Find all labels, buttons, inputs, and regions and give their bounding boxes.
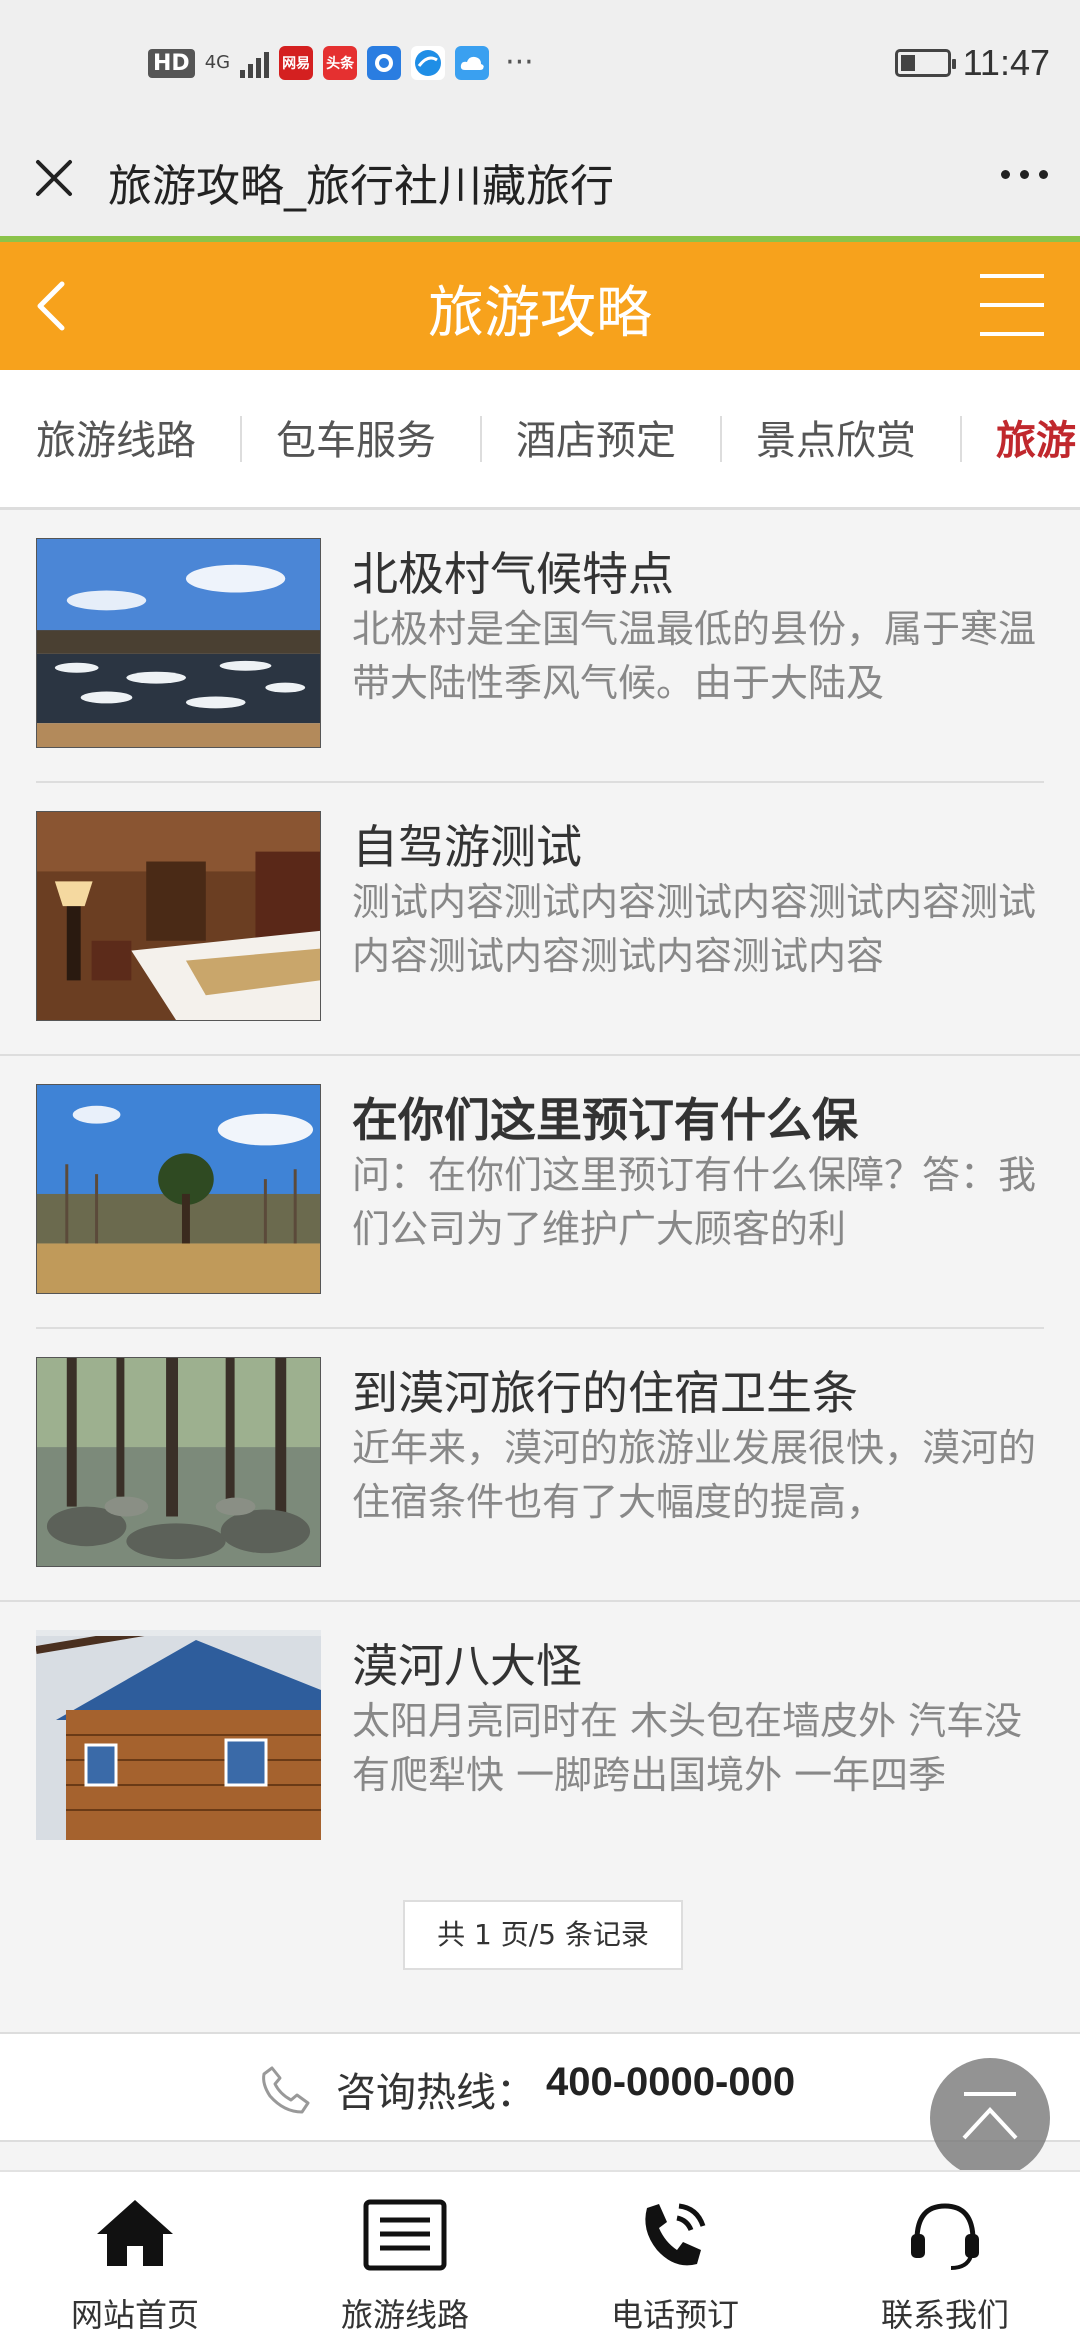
- log-cabin-image[interactable]: [36, 1630, 321, 1840]
- cloud-app-icon: [455, 46, 490, 80]
- hotline-label: 咨询热线：: [336, 2070, 536, 2116]
- divider: [480, 416, 482, 462]
- hd-indicator: HD: [148, 48, 195, 78]
- browser-app-icon: [411, 46, 446, 80]
- divider: [720, 416, 722, 462]
- qq-app-icon: [367, 46, 402, 80]
- header-title: 旅游攻略: [428, 281, 652, 346]
- article-item[interactable]: 在你们这里预订有什么保 问：在你们这里预订有什么保障？答：我们公司为了维护广大顾…: [0, 1056, 1080, 1329]
- article-item[interactable]: 北极村气候特点 北极村是全国气温最低的县份，属于寒温带大陆性季风气候。由于大陆及: [0, 510, 1080, 783]
- status-right: 11:47: [894, 42, 1050, 84]
- category-tab-active[interactable]: 旅游: [996, 408, 1076, 466]
- dot-icon: [1020, 170, 1029, 179]
- toutiao-app-icon: 头条: [323, 46, 358, 80]
- battery-icon: [894, 49, 956, 77]
- nav-label: 旅游线路: [340, 2296, 469, 2334]
- page-title: 旅游攻略_旅行社川藏旅行: [108, 161, 614, 212]
- status-bar: HD 4G 网易 头条 ··· 11:47: [0, 0, 1080, 130]
- hotel-room-image[interactable]: [36, 811, 321, 1021]
- article-summary: 北极村是全国气温最低的县份，属于寒温带大陆性季风气候。由于大陆及: [352, 607, 1037, 705]
- category-tab[interactable]: 旅游线路: [36, 408, 196, 466]
- signal-icon: [240, 48, 270, 78]
- forest-rocks-image[interactable]: [36, 1357, 321, 1567]
- category-tab[interactable]: 景点欣赏: [756, 408, 916, 466]
- nav-home[interactable]: 网站首页: [0, 2172, 270, 2340]
- article-title[interactable]: 自驾游测试: [352, 811, 1052, 877]
- hotline-bar[interactable]: 咨询热线： 400-0000-000: [0, 2032, 1080, 2142]
- divider: [240, 416, 242, 462]
- article-summary: 测试内容测试内容测试内容测试内容测试内容测试内容测试内容测试内容: [352, 880, 1037, 978]
- meadow-trees-image[interactable]: [36, 1084, 321, 1294]
- divider: [960, 416, 962, 462]
- nav-contact[interactable]: 联系我们: [810, 2172, 1080, 2340]
- arrow-up-icon: [962, 2092, 1018, 2140]
- nav-label: 网站首页: [70, 2296, 199, 2334]
- nav-routes[interactable]: 旅游线路: [270, 2172, 540, 2340]
- more-notifications: ···: [505, 45, 534, 80]
- hotline-number[interactable]: 400-0000-000: [546, 2060, 795, 2105]
- phone-icon: [645, 2203, 706, 2266]
- dot-icon: [1039, 170, 1048, 179]
- home-icon: [97, 2200, 173, 2266]
- article-item[interactable]: 到漠河旅行的住宿卫生条 近年来，漠河的旅游业发展很快，漠河的住宿条件也有了大幅度…: [0, 1329, 1080, 1602]
- article-summary: 问：在你们这里预订有什么保障？答：我们公司为了维护广大顾客的利: [352, 1153, 1037, 1251]
- dot-icon: [1001, 170, 1010, 179]
- status-icons: HD 4G 网易 头条 ···: [148, 46, 534, 80]
- category-tab[interactable]: 包车服务: [276, 408, 436, 466]
- headset-icon: [911, 2203, 979, 2270]
- site-header: 旅游攻略: [0, 242, 1080, 370]
- network-type: 4G: [204, 52, 231, 73]
- article-title[interactable]: 在你们这里预订有什么保: [352, 1084, 1052, 1150]
- more-options-button[interactable]: [1001, 170, 1048, 179]
- article-title[interactable]: 北极村气候特点: [352, 538, 1052, 604]
- category-tab[interactable]: 酒店预定: [516, 408, 676, 466]
- article-item[interactable]: 自驾游测试 测试内容测试内容测试内容测试内容测试内容测试内容测试内容测试内容: [0, 783, 1080, 1056]
- article-summary: 近年来，漠河的旅游业发展很快，漠河的住宿条件也有了大幅度的提高，: [352, 1426, 1037, 1524]
- back-to-top-button[interactable]: [930, 2058, 1050, 2178]
- list-icon: [363, 2199, 447, 2271]
- phone-icon: [262, 2066, 310, 2114]
- article-title[interactable]: 漠河八大怪: [352, 1630, 1052, 1696]
- article-item[interactable]: 漠河八大怪 太阳月亮同时在 木头包在墙皮外 汽车没有爬犁快 一脚跨出国境外 一年…: [0, 1602, 1080, 1875]
- clock: 11:47: [962, 42, 1050, 83]
- close-icon[interactable]: [28, 152, 80, 204]
- article-summary: 太阳月亮同时在 木头包在墙皮外 汽车没有爬犁快 一脚跨出国境外 一年四季: [352, 1699, 1023, 1797]
- netease-app-icon: 网易: [279, 46, 314, 80]
- bottom-nav: 网站首页 旅游线路 电话预订 联系我们: [0, 2170, 1080, 2340]
- pagination-info: 共 1 页/5 条记录: [403, 1900, 683, 1970]
- nav-label: 电话预订: [610, 2296, 739, 2334]
- article-title[interactable]: 到漠河旅行的住宿卫生条: [352, 1357, 1052, 1423]
- menu-icon[interactable]: [980, 274, 1044, 336]
- frozen-river-image[interactable]: [36, 538, 321, 748]
- nav-label: 联系我们: [880, 2296, 1009, 2334]
- nav-phone-booking[interactable]: 电话预订: [540, 2172, 810, 2340]
- category-nav: 旅游线路 包车服务 酒店预定 景点欣赏 旅游: [0, 370, 1080, 510]
- browser-title-bar: 旅游攻略_旅行社川藏旅行: [0, 130, 1080, 238]
